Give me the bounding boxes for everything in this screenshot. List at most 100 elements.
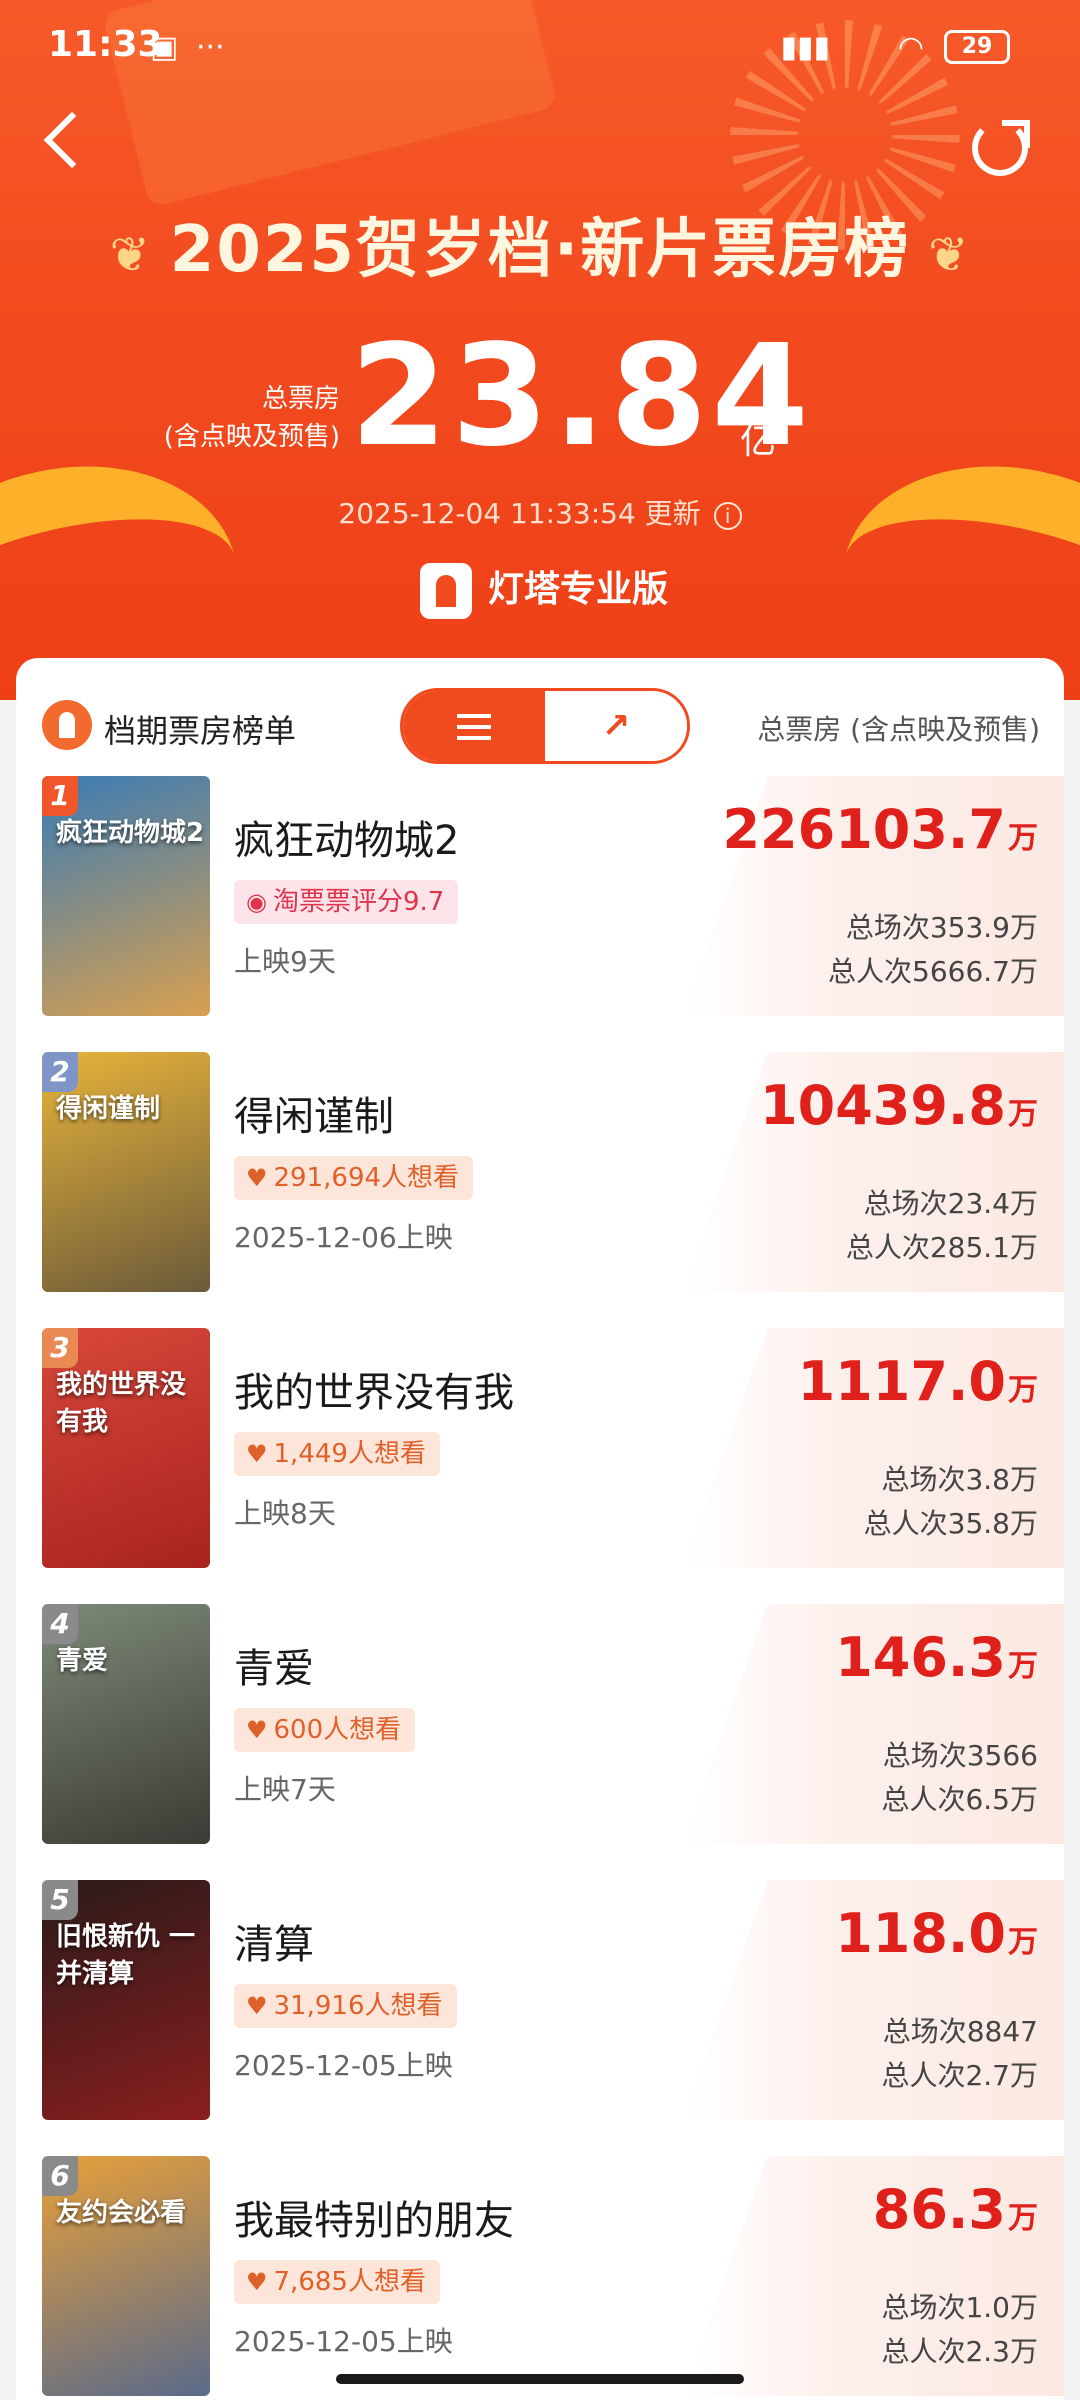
poster-title: 疯狂动物城2 <box>56 818 205 848</box>
box-office-unit: 万 <box>1008 1097 1038 1132</box>
box-office-number: 10439.8 <box>760 1074 1006 1137</box>
refresh-icon[interactable] <box>972 120 1030 176</box>
brand-logo: 灯塔专业版 <box>420 560 668 620</box>
movie-row[interactable]: 疯狂动物城2 1 疯狂动物城2 ◉ 淘票票评分9.7 上映9天 226103.7万 总场次35… <box>16 776 1064 1052</box>
total-admissions: 总人次6.5万 <box>881 1783 1038 1816</box>
brand-name: 灯塔专业版 <box>488 569 669 610</box>
poster-title: 旧恨新仇 一并清算 <box>56 1922 196 1989</box>
poster-title: 友约会必看 <box>56 2198 187 2228</box>
box-office-number: 226103.7 <box>722 798 1006 861</box>
total-screenings: 总场次8847 <box>882 2015 1038 2048</box>
list-view-tab[interactable] <box>403 691 545 761</box>
total-screenings: 总场次3566 <box>882 1739 1038 1772</box>
gallery-notification-icon: ▣ <box>150 30 179 65</box>
rank-badge: 1 <box>42 776 78 816</box>
poster-title: 我的世界没有我 <box>56 1370 187 1437</box>
lighthouse-icon <box>42 700 92 750</box>
movie-row[interactable]: 旧恨新仇 一并清算 5 清算 ♥ 31,916人想看 2025-12-05上映 118.0万… <box>16 1880 1064 2156</box>
signal-icon: ▮▮▮ <box>780 30 830 65</box>
movie-tag: ♥ 1,449人想看 <box>234 1432 440 1476</box>
movie-tag-text: 291,694人想看 <box>273 1163 460 1193</box>
wheat-right-icon: ❦ <box>928 227 971 283</box>
movie-tag-text: 600人想看 <box>273 1715 402 1745</box>
page-title-text: 2025贺岁档·新片票房榜 <box>169 213 911 287</box>
movie-tag-text: 7,685人想看 <box>273 2267 426 2297</box>
total-admissions: 总人次35.8万 <box>863 1507 1038 1540</box>
box-office-value: 10439.8万 <box>760 1074 1038 1137</box>
heart-icon: ♥ <box>246 1164 268 1192</box>
movie-tag: ♥ 7,685人想看 <box>234 2260 440 2304</box>
total-screenings: 总场次23.4万 <box>863 1187 1038 1220</box>
list-icon <box>457 713 491 740</box>
taopiaopiao-rating-icon: ◉ <box>246 888 267 916</box>
release-info: 上映8天 <box>234 1497 336 1530</box>
update-time-text: 2025-12-04 11:33:54 更新 <box>338 497 701 530</box>
wifi-icon: ◠ <box>897 30 924 65</box>
movie-tag-text: 31,916人想看 <box>273 1991 443 2021</box>
movie-row[interactable]: 得闲谨制 2 得闲谨制 ♥ 291,694人想看 2025-12-06上映 10439.8万… <box>16 1052 1064 1328</box>
movie-row[interactable]: 青爱 4 青爱 ♥ 600人想看 上映7天 146.3万 总场次3566 总人次6.5万 <box>16 1604 1064 1880</box>
movie-row[interactable]: 友约会必看 6 我最特别的朋友 ♥ 7,685人想看 2025-12-05上映 86.3万总… <box>16 2156 1064 2400</box>
movie-title: 疯狂动物城2 <box>234 818 460 864</box>
release-info: 2025-12-06上映 <box>234 1221 453 1254</box>
lighthouse-logo-icon <box>420 563 472 619</box>
total-admissions: 总人次2.7万 <box>881 2059 1038 2092</box>
card-title: 档期票房榜单 <box>104 712 297 750</box>
wheat-left-icon: ❦ <box>109 227 152 283</box>
box-office-unit: 万 <box>1008 1925 1038 1960</box>
box-office-value: 86.3万 <box>873 2178 1038 2241</box>
total-screenings: 总场次353.9万 <box>845 911 1038 944</box>
release-info: 上映9天 <box>234 945 336 978</box>
movie-title: 我的世界没有我 <box>234 1370 514 1416</box>
info-icon[interactable]: i <box>713 502 742 530</box>
rank-badge: 2 <box>42 1052 78 1092</box>
movie-tag-text: 淘票票评分9.7 <box>272 887 445 917</box>
total-label: 总票房 (含点映及预售) <box>164 380 340 456</box>
total-admissions: 总人次285.1万 <box>845 1231 1038 1264</box>
total-admissions: 总人次2.3万 <box>881 2335 1038 2368</box>
total-unit: 亿 <box>740 421 777 462</box>
status-bar: 11:33 ▣ ··· ▮▮▮ ◠ 29 <box>0 0 1080 96</box>
total-label-line2: (含点映及预售) <box>163 422 340 452</box>
movie-tag: ♥ 600人想看 <box>234 1708 416 1752</box>
box-office-number: 146.3 <box>835 1626 1006 1689</box>
total-box-office: 总票房 (含点映及预售) 23.84 亿 <box>0 322 1080 472</box>
box-office-unit: 万 <box>1008 821 1038 856</box>
box-office-number: 118.0 <box>835 1902 1006 1965</box>
movie-title: 青爱 <box>234 1646 314 1692</box>
box-office-value: 146.3万 <box>835 1626 1038 1689</box>
movie-tag: ♥ 31,916人想看 <box>234 1984 457 2028</box>
poster-title: 青爱 <box>56 1646 109 1676</box>
box-office-number: 1117.0 <box>797 1350 1006 1413</box>
box-office-value: 118.0万 <box>835 1902 1038 1965</box>
movie-tag: ◉ 淘票票评分9.7 <box>234 880 459 924</box>
poster-title: 得闲谨制 <box>56 1094 161 1124</box>
box-office-unit: 万 <box>1008 1373 1038 1408</box>
box-office-value: 226103.7万 <box>722 798 1038 861</box>
update-time: 2025-12-04 11:33:54 更新 i <box>0 492 1080 532</box>
total-admissions: 总人次5666.7万 <box>828 955 1038 988</box>
rank-badge: 5 <box>42 1880 78 1920</box>
box-office-unit: 万 <box>1008 1649 1038 1684</box>
rank-badge: 6 <box>42 2156 78 2196</box>
rank-badge: 4 <box>42 1604 78 1644</box>
total-screenings: 总场次1.0万 <box>881 2291 1038 2324</box>
ranking-card: 档期票房榜单 ↗ 总票房 (含点映及预售) 疯狂动物城2 1 疯狂动物城2 ◉ 淘票票评… <box>16 658 1064 2400</box>
rank-badge: 3 <box>42 1328 78 1368</box>
battery-icon: 29 <box>944 30 1010 64</box>
view-toggle: ↗ <box>400 688 690 764</box>
trend-chart-icon: ↗ <box>601 706 631 746</box>
card-header: 档期票房榜单 ↗ 总票房 (含点映及预售) <box>16 658 1064 768</box>
release-info: 2025-12-05上映 <box>234 2049 453 2082</box>
status-time: 11:33 <box>48 24 163 65</box>
box-office-value: 1117.0万 <box>798 1350 1038 1413</box>
movie-tag: ♥ 291,694人想看 <box>234 1156 474 1200</box>
chart-view-tab[interactable]: ↗ <box>545 691 687 761</box>
movie-title: 得闲谨制 <box>234 1094 394 1140</box>
home-indicator[interactable] <box>336 2374 744 2384</box>
box-office-unit: 万 <box>1008 2201 1038 2236</box>
page-title: ❦ 2025贺岁档·新片票房榜 ❦ <box>0 198 1080 290</box>
heart-icon: ♥ <box>246 2268 268 2296</box>
total-label-line1: 总票房 <box>261 384 340 414</box>
movie-row[interactable]: 我的世界没有我 3 我的世界没有我 ♥ 1,449人想看 上映8天 1117.0万 总场次3.… <box>16 1328 1064 1604</box>
